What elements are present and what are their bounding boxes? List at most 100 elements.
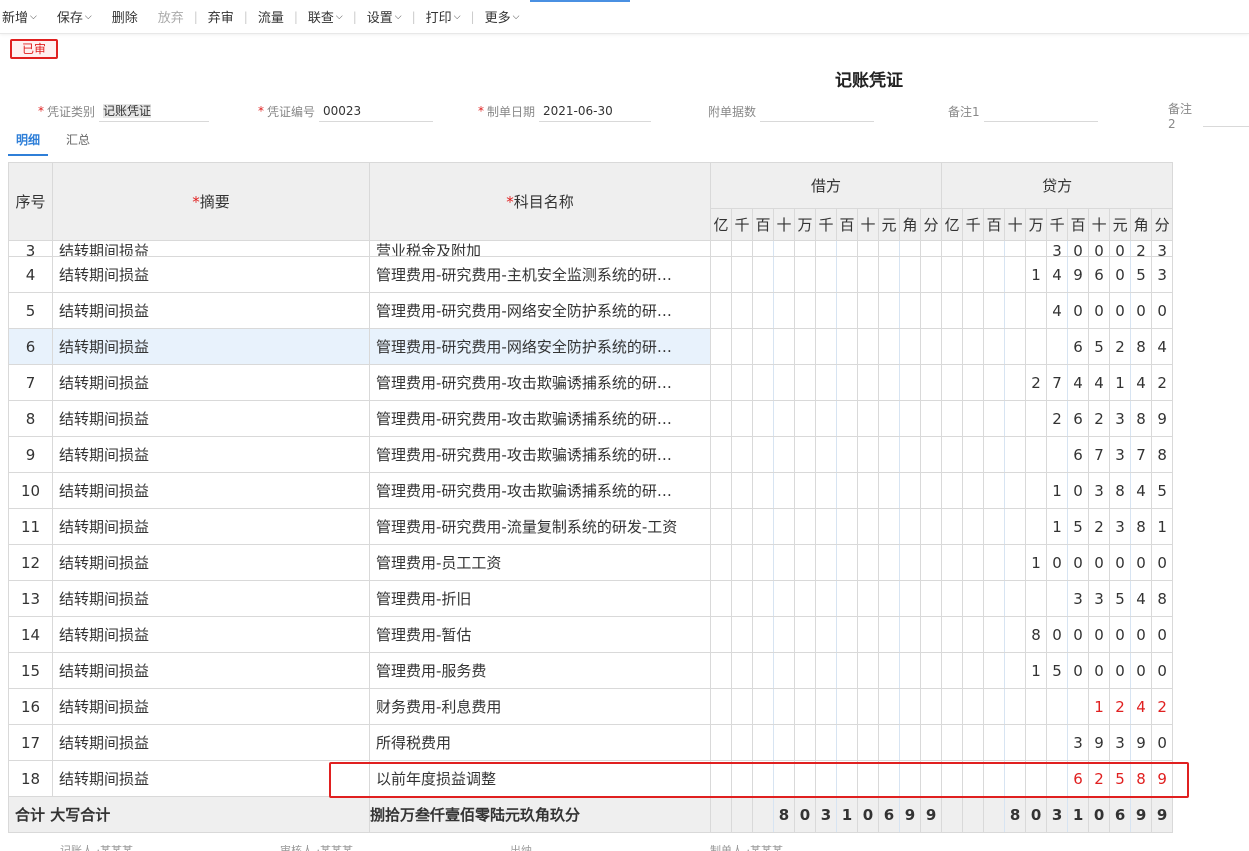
credit-digit-cell <box>983 256 1006 293</box>
table-row[interactable]: 6 结转期间损益 管理费用-研究费用-网络安全防护系统的研… 6 5 2 8 4 <box>8 328 1174 365</box>
toolbar-button-9[interactable]: 联查 ⌵ <box>298 7 353 26</box>
row-no-cell[interactable]: 18 <box>8 760 53 797</box>
row-account-cell[interactable]: 管理费用-研究费用-网络安全防护系统的研… <box>369 292 711 329</box>
toolbar-button-2[interactable]: 删除 <box>102 7 148 26</box>
row-no-cell[interactable]: 3 <box>8 240 53 257</box>
voucher-date-field[interactable]: * 制单日期 2021-06-30 <box>478 100 652 122</box>
row-account-cell[interactable]: 管理费用-研究费用-攻击欺骗诱捕系统的研… <box>369 400 711 437</box>
voucher-type-field[interactable]: * 凭证类别 记账凭证 <box>38 100 210 122</box>
row-summary-cell[interactable]: 结转期间损益 <box>52 436 370 473</box>
toolbar-button-15[interactable]: 更多 ⌵ <box>475 7 530 26</box>
debit-digit-cell <box>857 256 879 293</box>
credit-digit-cell <box>983 724 1006 761</box>
note2-label: 备注2 <box>1168 102 1193 131</box>
row-summary-cell[interactable]: 结转期间损益 <box>52 240 370 257</box>
note2-field[interactable]: 备注2 <box>1168 100 1249 131</box>
row-account-cell[interactable]: 管理费用-员工工资 <box>369 544 711 581</box>
row-no-cell[interactable]: 8 <box>8 400 53 437</box>
debit-digit-cell <box>857 652 879 689</box>
row-account-cell[interactable]: 管理费用-研究费用-攻击欺骗诱捕系统的研… <box>369 364 711 401</box>
attachment-count-field[interactable]: 附单据数 <box>708 100 875 122</box>
voucher-number-field[interactable]: * 凭证编号 00023 <box>258 100 434 122</box>
row-summary-cell[interactable]: 结转期间损益 <box>52 400 370 437</box>
debit-digit-cell <box>710 240 732 257</box>
row-no-cell[interactable]: 15 <box>8 652 53 689</box>
row-account-cell[interactable]: 营业税金及附加 <box>369 240 711 257</box>
row-no-cell[interactable]: 10 <box>8 472 53 509</box>
row-no-cell[interactable]: 13 <box>8 580 53 617</box>
row-summary-cell[interactable]: 结转期间损益 <box>52 292 370 329</box>
table-row[interactable]: 14 结转期间损益 管理费用-暂估 8 0 0 0 0 0 0 <box>8 616 1174 653</box>
table-row[interactable]: 7 结转期间损益 管理费用-研究费用-攻击欺骗诱捕系统的研… 2 7 4 4 1 4 2 <box>8 364 1174 401</box>
row-summary-cell[interactable]: 结转期间损益 <box>52 544 370 581</box>
debit-digit-cell <box>773 364 795 401</box>
toolbar-button-3[interactable]: 放弃 <box>148 7 194 26</box>
table-row[interactable]: 15 结转期间损益 管理费用-服务费 1 5 0 0 0 0 0 <box>8 652 1174 689</box>
row-summary-cell[interactable]: 结转期间损益 <box>52 616 370 653</box>
toolbar-button-7[interactable]: 流量 <box>248 7 294 26</box>
row-account-cell[interactable]: 管理费用-研究费用-网络安全防护系统的研… <box>369 328 711 365</box>
toolbar-button-5[interactable]: 弃审 <box>198 7 244 26</box>
table-row[interactable]: 10 结转期间损益 管理费用-研究费用-攻击欺骗诱捕系统的研… 1 0 3 8 4 5 <box>8 472 1174 509</box>
row-no-cell[interactable]: 14 <box>8 616 53 653</box>
table-row[interactable]: 16 结转期间损益 财务费用-利息费用 1 2 4 2 <box>8 688 1174 725</box>
row-account-cell[interactable]: 管理费用-暂估 <box>369 616 711 653</box>
row-account-cell[interactable]: 管理费用-研究费用-攻击欺骗诱捕系统的研… <box>369 436 711 473</box>
row-no-cell[interactable]: 11 <box>8 508 53 545</box>
table-row[interactable]: 5 结转期间损益 管理费用-研究费用-网络安全防护系统的研… 4 0 0 0 0 0 <box>8 292 1174 329</box>
table-row[interactable]: 9 结转期间损益 管理费用-研究费用-攻击欺骗诱捕系统的研… 6 7 3 7 8 <box>8 436 1174 473</box>
row-no-cell[interactable]: 5 <box>8 292 53 329</box>
table-row[interactable]: 12 结转期间损益 管理费用-员工工资 1 0 0 0 0 0 0 <box>8 544 1174 581</box>
row-summary-cell[interactable]: 结转期间损益 <box>52 760 370 797</box>
credit-digit-cell <box>941 652 964 689</box>
row-summary-cell[interactable]: 结转期间损益 <box>52 472 370 509</box>
table-row[interactable]: 17 结转期间损益 所得税费用 3 9 3 9 0 <box>8 724 1174 761</box>
toolbar-button-0[interactable]: 新增 ⌵ <box>0 7 47 26</box>
toolbar-button-13[interactable]: 打印 ⌵ <box>416 7 471 26</box>
debit-digit-cell <box>773 472 795 509</box>
row-account-cell[interactable]: 管理费用-折旧 <box>369 580 711 617</box>
table-row[interactable]: 8 结转期间损益 管理费用-研究费用-攻击欺骗诱捕系统的研… 2 6 2 3 8 9 <box>8 400 1174 437</box>
row-summary-cell[interactable]: 结转期间损益 <box>52 688 370 725</box>
voucher-number-input[interactable]: 00023 <box>319 100 434 122</box>
row-account-cell[interactable]: 财务费用-利息费用 <box>369 688 711 725</box>
note2-input[interactable] <box>1203 105 1249 127</box>
row-summary-cell[interactable]: 结转期间损益 <box>52 364 370 401</box>
row-summary-cell[interactable]: 结转期间损益 <box>52 724 370 761</box>
attachment-count-input[interactable] <box>760 100 875 122</box>
row-summary-cell[interactable]: 结转期间损益 <box>52 256 370 293</box>
row-no-cell[interactable]: 4 <box>8 256 53 293</box>
table-row[interactable]: 13 结转期间损益 管理费用-折旧 3 3 5 4 8 <box>8 580 1174 617</box>
row-summary-cell[interactable]: 结转期间损益 <box>52 508 370 545</box>
tab-detail[interactable]: 明细 <box>8 128 49 156</box>
row-no-cell[interactable]: 7 <box>8 364 53 401</box>
row-no-cell[interactable]: 9 <box>8 436 53 473</box>
note1-input[interactable] <box>983 100 1098 122</box>
col-header-summary: *摘要 <box>52 162 370 241</box>
row-summary-cell[interactable]: 结转期间损益 <box>52 652 370 689</box>
row-no-cell[interactable]: 6 <box>8 328 53 365</box>
table-row[interactable]: 11 结转期间损益 管理费用-研究费用-流量复制系统的研发-工资 1 5 2 3 8 1 <box>8 508 1174 545</box>
toolbar-button-1[interactable]: 保存 ⌵ <box>47 7 102 26</box>
row-account-cell[interactable]: 管理费用-研究费用-流量复制系统的研发-工资 <box>369 508 711 545</box>
row-no-cell[interactable]: 12 <box>8 544 53 581</box>
voucher-date-input[interactable]: 2021-06-30 <box>539 100 652 122</box>
toolbar-button-11[interactable]: 设置 ⌵ <box>357 7 412 26</box>
credit-digit-cell <box>962 652 985 689</box>
note1-field[interactable]: 备注1 <box>948 100 1098 122</box>
table-row[interactable]: 4 结转期间损益 管理费用-研究费用-主机安全监测系统的研… 1 4 9 6 0 5 3 <box>8 256 1174 293</box>
row-account-cell[interactable]: 管理费用-研究费用-攻击欺骗诱捕系统的研… <box>369 472 711 509</box>
row-account-cell[interactable]: 所得税费用 <box>369 724 711 761</box>
tab-summary[interactable]: 汇总 <box>58 128 98 156</box>
credit-digit-cell: 0 <box>1130 616 1153 653</box>
row-account-cell[interactable]: 管理费用-服务费 <box>369 652 711 689</box>
debit-digit-cell <box>752 544 774 581</box>
required-mark: * <box>478 104 484 118</box>
debit-digit-cell <box>752 292 774 329</box>
voucher-type-input[interactable]: 记账凭证 <box>99 100 210 122</box>
row-no-cell[interactable]: 17 <box>8 724 53 761</box>
row-no-cell[interactable]: 16 <box>8 688 53 725</box>
row-summary-cell[interactable]: 结转期间损益 <box>52 328 370 365</box>
row-summary-cell[interactable]: 结转期间损益 <box>52 580 370 617</box>
row-account-cell[interactable]: 管理费用-研究费用-主机安全监测系统的研… <box>369 256 711 293</box>
